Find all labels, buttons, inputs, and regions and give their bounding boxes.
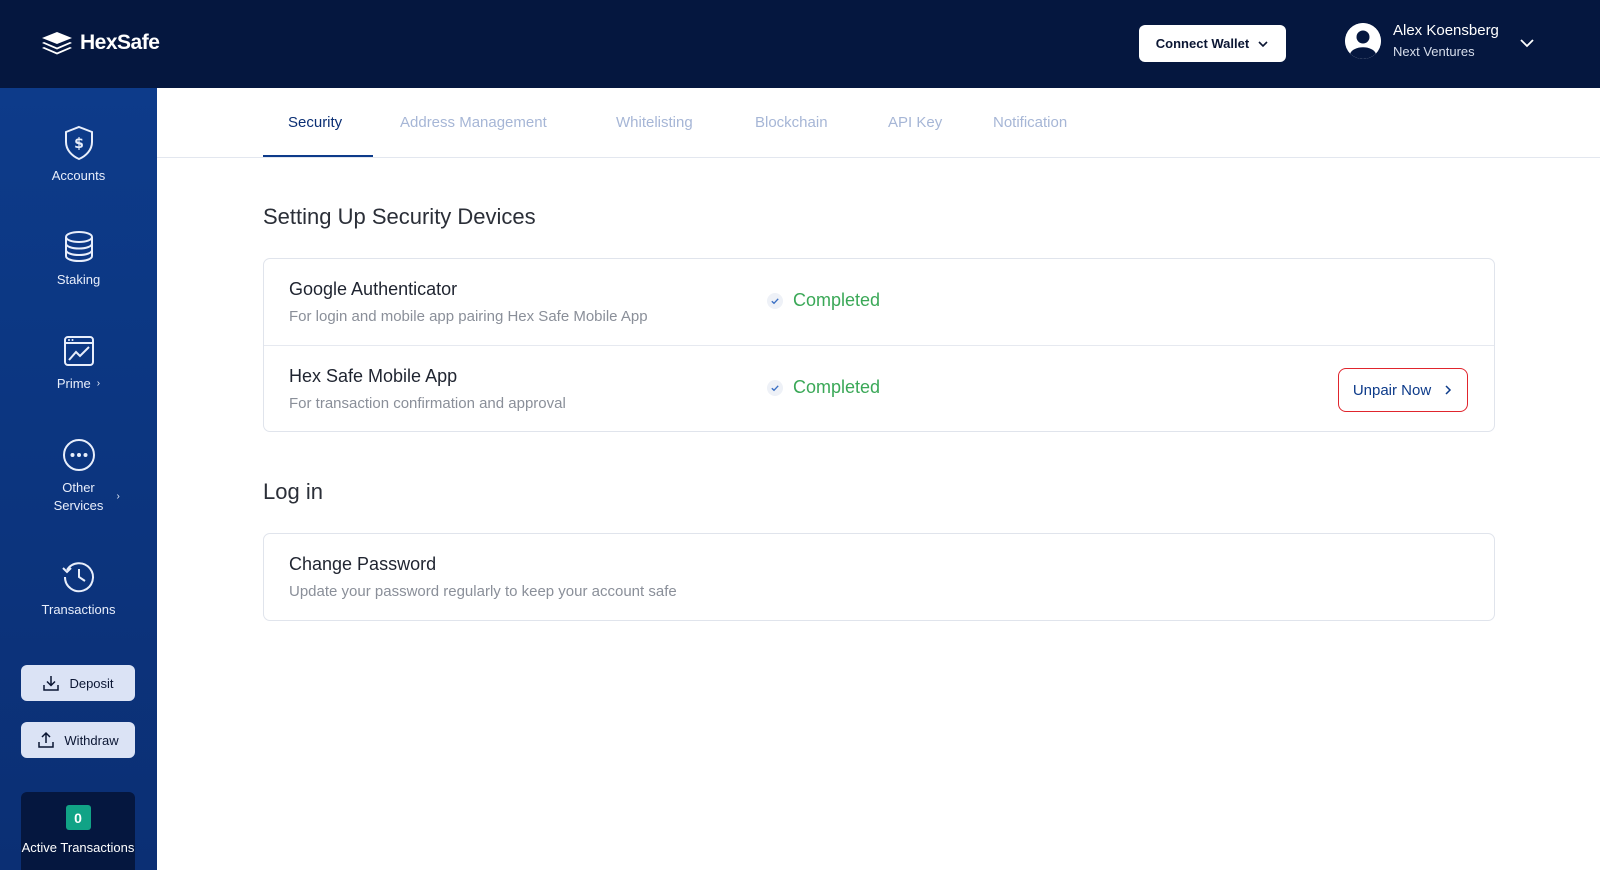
tab-api-key[interactable]: API Key bbox=[888, 88, 942, 158]
sidebar-item-label: Staking bbox=[56, 272, 101, 287]
user-avatar-icon bbox=[1345, 22, 1381, 59]
sidebar-item-label: Transactions bbox=[41, 602, 116, 617]
device-description: For login and mobile app pairing Hex Saf… bbox=[289, 308, 648, 325]
sidebar-item-accounts[interactable]: $ Accounts bbox=[0, 124, 157, 185]
active-transactions-label: Active Transactions bbox=[21, 840, 135, 855]
list-item: Google Authenticator For login and mobil… bbox=[264, 259, 1494, 345]
device-description: For transaction confirmation and approva… bbox=[289, 395, 566, 412]
section-title-log-in: Log in bbox=[263, 479, 323, 504]
tab-security[interactable]: Security bbox=[288, 88, 342, 158]
deposit-label: Deposit bbox=[69, 675, 114, 691]
unpair-now-label: Unpair Now bbox=[1352, 381, 1432, 399]
sidebar-item-label-row: Other Services › bbox=[49, 479, 120, 515]
shield-dollar-icon: $ bbox=[64, 125, 93, 161]
logo[interactable]: HexSafe bbox=[41, 31, 160, 55]
sidebar-item-label: Accounts bbox=[51, 168, 106, 183]
deposit-button[interactable]: Deposit bbox=[21, 665, 135, 701]
tab-whitelisting[interactable]: Whitelisting bbox=[616, 88, 693, 158]
more-dots-icon bbox=[62, 439, 95, 471]
layers-logo-icon bbox=[42, 32, 72, 55]
download-tray-icon bbox=[43, 676, 60, 691]
user-menu[interactable]: Alex Koensberg Next Ventures bbox=[1345, 22, 1499, 59]
svg-text:$: $ bbox=[74, 136, 84, 152]
tab-blockchain[interactable]: Blockchain bbox=[755, 88, 828, 158]
chevron-right-icon bbox=[1445, 385, 1452, 395]
settings-tabs: Security Address Management Whitelisting… bbox=[157, 88, 1600, 158]
sidebar-item-prime[interactable]: Prime › bbox=[0, 332, 157, 393]
sidebar-item-label: Other Services bbox=[53, 480, 104, 513]
active-transactions-count: 0 bbox=[65, 805, 91, 830]
unpair-now-button[interactable]: Unpair Now bbox=[1338, 368, 1468, 412]
user-name: Alex Koensberg bbox=[1393, 22, 1499, 39]
upload-tray-icon bbox=[38, 731, 55, 748]
list-item: Hex Safe Mobile App For transaction conf… bbox=[264, 345, 1494, 431]
sidebar-item-staking[interactable]: Staking bbox=[0, 228, 157, 289]
active-transactions-panel[interactable]: 0 Active Transactions bbox=[21, 792, 135, 870]
connect-wallet-button[interactable]: Connect Wallet bbox=[1139, 25, 1286, 62]
list-item[interactable]: Change Password Update your password reg… bbox=[264, 534, 1494, 620]
status-text: Completed bbox=[793, 377, 881, 397]
check-circle-icon bbox=[767, 379, 783, 396]
check-circle-icon bbox=[767, 292, 783, 309]
sidebar-item-transactions[interactable]: Transactions bbox=[0, 558, 157, 619]
chevron-down-icon[interactable] bbox=[1518, 34, 1536, 52]
sidebar: $ Accounts Staking Prime › Other Service… bbox=[0, 88, 157, 870]
status-badge: Completed bbox=[767, 377, 880, 398]
database-stack-icon bbox=[64, 231, 93, 263]
tab-address-management[interactable]: Address Management bbox=[400, 88, 547, 158]
brand-name: HexSafe bbox=[80, 31, 160, 54]
avatar bbox=[1345, 22, 1381, 59]
change-password-title: Change Password bbox=[289, 554, 437, 574]
connect-wallet-label: Connect Wallet bbox=[1155, 36, 1250, 51]
withdraw-label: Withdraw bbox=[64, 732, 119, 748]
sidebar-item-label-row: Prime › bbox=[57, 375, 100, 393]
withdraw-button[interactable]: Withdraw bbox=[21, 722, 135, 758]
history-clock-icon bbox=[61, 562, 94, 593]
tab-notification[interactable]: Notification bbox=[993, 88, 1067, 158]
section-title-security-devices: Setting Up Security Devices bbox=[263, 204, 536, 229]
active-tab-indicator bbox=[263, 155, 373, 157]
security-devices-card: Google Authenticator For login and mobil… bbox=[263, 258, 1495, 432]
sidebar-item-other-services[interactable]: Other Services › bbox=[0, 436, 157, 515]
change-password-description: Update your password regularly to keep y… bbox=[289, 583, 677, 600]
user-organization: Next Ventures bbox=[1393, 44, 1475, 59]
status-badge: Completed bbox=[767, 290, 880, 311]
sidebar-item-label: Prime bbox=[56, 376, 91, 391]
device-title: Hex Safe Mobile App bbox=[289, 366, 458, 386]
device-title: Google Authenticator bbox=[289, 279, 458, 299]
chart-window-icon bbox=[63, 336, 94, 366]
status-text: Completed bbox=[793, 290, 881, 310]
chevron-down-icon bbox=[1258, 40, 1268, 47]
top-bar: HexSafe Connect Wallet Alex Koensberg Ne… bbox=[0, 0, 1600, 88]
login-card: Change Password Update your password reg… bbox=[263, 533, 1495, 621]
chevron-right-icon: › bbox=[96, 378, 101, 389]
chevron-right-icon: › bbox=[116, 491, 120, 502]
